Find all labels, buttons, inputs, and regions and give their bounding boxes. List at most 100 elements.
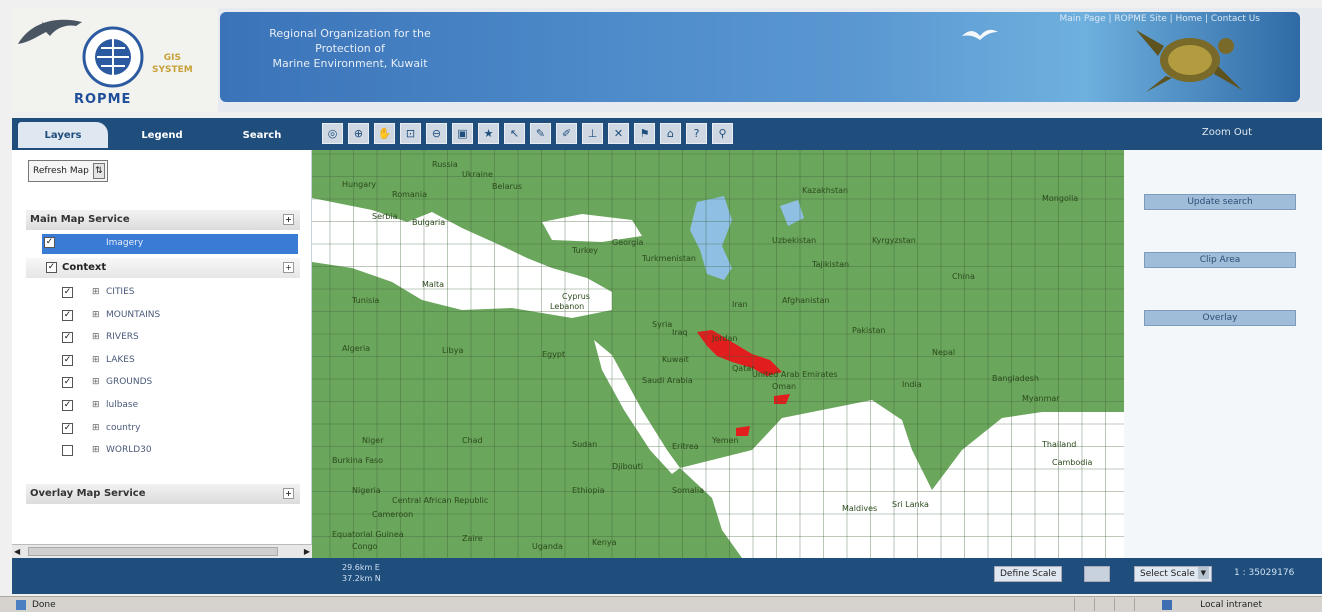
- favorite-icon[interactable]: ★: [478, 123, 499, 144]
- pan-icon[interactable]: ✋: [374, 123, 395, 144]
- place-label: United Arab Emirates: [752, 370, 838, 379]
- place-label: Belarus: [492, 182, 523, 191]
- scroll-right-icon[interactable]: ▶: [298, 546, 310, 557]
- layer-row[interactable]: ✓ ⊞ GROUNDS: [62, 374, 298, 392]
- layer-checkbox[interactable]: ✓: [62, 400, 73, 411]
- toolbar: Layers Legend Search ◎ ⊕ ✋ ⊡ ⊖ ▣ ★ ↖ ✎ ✐…: [12, 118, 1322, 150]
- horizontal-scrollbar[interactable]: ◀ ▶: [12, 544, 312, 558]
- sea-turtle-icon: [1136, 30, 1242, 92]
- place-label: India: [902, 380, 922, 389]
- gis-label-line: GIS: [163, 53, 181, 63]
- define-scale-button[interactable]: Define Scale: [994, 566, 1063, 582]
- refresh-map-label: Refresh Map: [33, 166, 89, 176]
- collapse-icon[interactable]: +: [283, 488, 294, 499]
- organization-name: Regional Organization for the Protection…: [230, 26, 470, 71]
- zoom-out-label: Zoom Out: [1201, 127, 1252, 138]
- tab-layers[interactable]: Layers: [18, 122, 108, 148]
- header-banner: Regional Organization for the Protection…: [220, 12, 1300, 102]
- intranet-zone-icon: [1162, 600, 1172, 610]
- layer-row[interactable]: ✓ ⊞ CITIES: [62, 284, 298, 302]
- context-checkbox[interactable]: ✓: [46, 262, 57, 273]
- expand-icon[interactable]: ⊞: [92, 446, 101, 455]
- place-label: Burkina Faso: [332, 456, 384, 465]
- place-label: Georgia: [612, 238, 644, 247]
- zoom-box-icon[interactable]: ⊡: [400, 123, 421, 144]
- expand-icon[interactable]: ⊞: [92, 378, 101, 387]
- collapse-icon[interactable]: +: [283, 214, 294, 225]
- measure-icon[interactable]: ✎: [530, 123, 551, 144]
- place-label: Myanmar: [1022, 394, 1060, 403]
- layer-row[interactable]: ✓ ⊞ lulbase: [62, 397, 298, 415]
- layer-checkbox[interactable]: ✓: [62, 423, 73, 434]
- search-tools-panel: Update search Clip Area Overlay: [1124, 150, 1322, 558]
- place-label: Yemen: [712, 436, 739, 445]
- info-icon[interactable]: ⚑: [634, 123, 655, 144]
- expand-icon[interactable]: ⊞: [92, 356, 101, 365]
- edit-icon[interactable]: ✐: [556, 123, 577, 144]
- expand-icon[interactable]: ⊞: [92, 288, 101, 297]
- layer-name: RIVERS: [106, 332, 139, 342]
- tool-icon[interactable]: ⚲: [712, 123, 733, 144]
- identify-icon[interactable]: ⊥: [582, 123, 603, 144]
- layer-name: country: [106, 423, 141, 433]
- layer-checkbox[interactable]: ✓: [62, 377, 73, 388]
- context-group-header[interactable]: ✓ Context +: [26, 258, 300, 278]
- place-label: Sudan: [572, 440, 598, 449]
- expand-icon[interactable]: ⊞: [92, 333, 101, 342]
- map-canvas[interactable]: Russia Ukraine Belarus Hungary Romania Kazakh…: [312, 150, 1124, 558]
- clip-area-button[interactable]: Clip Area: [1144, 252, 1296, 268]
- place-label: Chad: [462, 436, 483, 445]
- layer-row[interactable]: ⊞ WORLD30: [62, 442, 298, 460]
- ropme-emblem-icon: [82, 26, 144, 88]
- layer-checkbox[interactable]: [62, 445, 73, 456]
- layer-checkbox[interactable]: ✓: [62, 287, 73, 298]
- expand-icon[interactable]: ⊞: [92, 424, 101, 433]
- select-icon[interactable]: ↖: [504, 123, 525, 144]
- clear-icon[interactable]: ✕: [608, 123, 629, 144]
- seagull-icon: [962, 29, 998, 40]
- place-label: Mongolia: [1042, 194, 1079, 203]
- collapse-icon[interactable]: +: [283, 262, 294, 273]
- overlay-map-service-header[interactable]: Overlay Map Service +: [26, 484, 300, 504]
- main-map-service-label: Main Map Service: [30, 214, 130, 225]
- imagery-checkbox[interactable]: ✓: [44, 237, 55, 248]
- place-label: Jordan: [712, 334, 738, 343]
- place-label: Cyprus: [562, 292, 590, 301]
- zoom-out-icon[interactable]: ⊖: [426, 123, 447, 144]
- layer-row[interactable]: ✓ ⊞ RIVERS: [62, 329, 298, 347]
- zoom-full-icon[interactable]: ◎: [322, 123, 343, 144]
- layer-name: MOUNTAINS: [106, 310, 161, 320]
- layer-row[interactable]: ✓ ⊞ country: [62, 420, 298, 438]
- place-label: Thailand: [1042, 440, 1077, 449]
- layer-row-imagery[interactable]: ✓ Imagery: [42, 234, 298, 254]
- expand-icon[interactable]: ⊞: [92, 401, 101, 410]
- tab-legend[interactable]: Legend: [112, 122, 212, 148]
- help-icon[interactable]: ?: [686, 123, 707, 144]
- refresh-icon: ⇅: [92, 163, 105, 179]
- update-search-button[interactable]: Update search: [1144, 194, 1296, 210]
- chevron-down-icon[interactable]: ▼: [1197, 567, 1209, 579]
- place-label: Lebanon: [550, 302, 585, 311]
- scale-input[interactable]: [1084, 566, 1110, 582]
- tab-search[interactable]: Search: [212, 122, 312, 148]
- layer-row[interactable]: ✓ ⊞ MOUNTAINS: [62, 307, 298, 325]
- main-map-service-header[interactable]: Main Map Service +: [26, 210, 300, 230]
- place-label: Afghanistan: [782, 296, 830, 305]
- logo-area: ROPME GIS SYSTEM: [12, 8, 218, 112]
- zoom-in-icon[interactable]: ⊕: [348, 123, 369, 144]
- expand-icon[interactable]: ⊞: [92, 311, 101, 320]
- refresh-map-button[interactable]: Refresh Map ⇅: [28, 160, 108, 182]
- scroll-left-icon[interactable]: ◀: [14, 546, 26, 557]
- layer-checkbox[interactable]: ✓: [62, 310, 73, 321]
- overlay-button[interactable]: Overlay: [1144, 310, 1296, 326]
- place-label: Zaire: [462, 534, 483, 543]
- layer-checkbox[interactable]: ✓: [62, 332, 73, 343]
- zoom-previous-icon[interactable]: ▣: [452, 123, 473, 144]
- layer-row[interactable]: ✓ ⊞ LAKES: [62, 352, 298, 370]
- place-label: Bangladesh: [992, 374, 1039, 383]
- scroll-thumb[interactable]: [28, 547, 278, 556]
- print-icon[interactable]: ⌂: [660, 123, 681, 144]
- select-scale-dropdown[interactable]: Select Scale ▼: [1134, 566, 1212, 582]
- context-label: Context: [62, 262, 107, 273]
- layer-checkbox[interactable]: ✓: [62, 355, 73, 366]
